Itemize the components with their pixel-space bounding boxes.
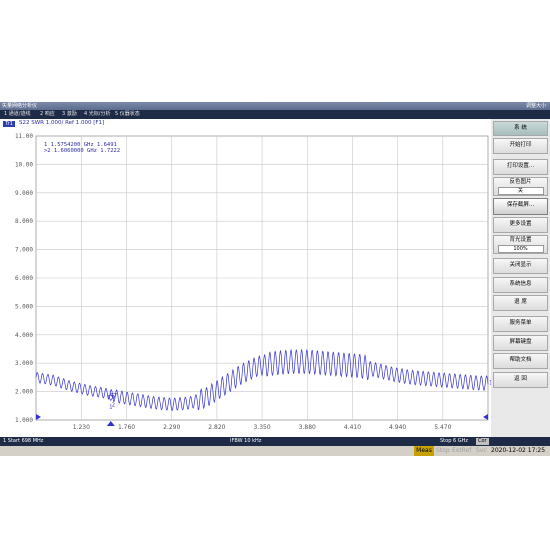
- softkey-7[interactable]: 关闭显示: [493, 258, 548, 274]
- resize-control[interactable]: 调整大小: [526, 102, 546, 110]
- menu-bar: 1 通道/迹线 2 响应 3 激励 4 光标/分析 5 仪器状态: [0, 110, 550, 119]
- meas-indicator: Meas: [414, 446, 434, 456]
- softkey-9[interactable]: 退 席: [493, 295, 548, 311]
- extref-indicator: ExtRef: [452, 447, 472, 454]
- softkey-label: 系统信息: [509, 281, 532, 287]
- y-tick-label: 3.000: [15, 360, 33, 367]
- softkey-13[interactable]: 返 回: [493, 372, 548, 388]
- softkey-label: 反色图片: [509, 179, 532, 185]
- x-tick-label: 2.820: [208, 424, 225, 431]
- x-tick-label: 4.410: [344, 424, 361, 431]
- correction-indicator: Cor: [476, 438, 489, 445]
- plot-area: 11.00 10.00 9.000 8.000 7.000 6.000 5.000 4.000…: [0, 119, 491, 437]
- softkey-5[interactable]: 更多设置: [493, 217, 548, 233]
- softkey-6[interactable]: 背光设置 100%: [493, 235, 548, 254]
- softkey-2[interactable]: 打印设置...: [493, 159, 548, 175]
- x-tick-label: 3.880: [299, 424, 316, 431]
- stop-indicator: Stop: [436, 447, 450, 454]
- datetime: 2020-12-02 17:25: [491, 447, 546, 454]
- softkey-1[interactable]: 开始打印: [493, 138, 548, 154]
- softkey-label: 返 回: [514, 376, 527, 382]
- y-tick-label: 6.000: [15, 275, 33, 282]
- swr-chart: 11.00 10.00 9.000 8.000 7.000 6.000 5.000 4.000…: [15, 133, 491, 431]
- marker-2-label: 2: [112, 402, 115, 408]
- softkey-value: 关: [497, 187, 544, 195]
- ifbw-readout: IFBW 10 kHz: [230, 438, 262, 444]
- title-bar: 矢量网络分析仪 调整大小: [0, 102, 550, 110]
- softkey-panel: 系 统开始打印打印设置... 反色图片关保存截屏... 更多设置背光设置 100% 关闭…: [491, 119, 550, 437]
- analyzer-window: 矢量网络分析仪 调整大小 1 通道/迹线 2 响应 3 激励 4 光标/分析 5…: [0, 102, 550, 456]
- x-tick-label: 3.350: [253, 424, 270, 431]
- softkey-8[interactable]: 系统信息: [493, 277, 548, 293]
- softkey-label: 更多设置: [509, 221, 532, 227]
- softkey-label: 系 统: [514, 125, 527, 131]
- svc-indicator: Svc: [476, 447, 487, 454]
- y-tick-label: 1.000: [15, 417, 33, 424]
- marker-readout: >2 1.6060000 GHz 1.7222: [44, 148, 120, 154]
- menu-response[interactable]: 2 响应: [40, 110, 55, 119]
- softkey-label: 背光设置: [509, 237, 532, 243]
- softkey-4[interactable]: 保存截屏...: [493, 198, 548, 215]
- bottom-status-bar: Meas Stop ExtRef Svc 2020-12-02 17:25: [0, 446, 550, 456]
- stop-frequency: Stop 6 GHz: [440, 438, 468, 444]
- y-tick-label: 5.000: [15, 303, 33, 310]
- y-tick-label: 2.000: [15, 389, 33, 396]
- softkey-label: 帮助文档: [509, 357, 532, 363]
- menu-stimulus[interactable]: 3 激励: [62, 110, 77, 119]
- y-tick-label: 10.00: [15, 161, 33, 168]
- x-tick-label: 4.940: [389, 424, 406, 431]
- softkey-label: 保存截屏...: [506, 202, 535, 208]
- softkey-3[interactable]: 反色图片关: [493, 177, 548, 196]
- softkey-label: 屏幕键盘: [509, 339, 532, 345]
- softkey-10[interactable]: 服务菜单: [493, 316, 548, 332]
- softkey-label: 开始打印: [509, 142, 532, 148]
- trace-info: S22 SWR 1.000/ Ref 1.000 [F1]: [19, 120, 105, 126]
- softkey-value: 100%: [497, 245, 544, 253]
- window-title: 矢量网络分析仪: [2, 103, 38, 109]
- y-tick-label: 4.000: [15, 332, 33, 339]
- y-tick-label: 7.000: [15, 247, 33, 254]
- softkey-11[interactable]: 屏幕键盘: [493, 335, 548, 351]
- softkey-label: 退 席: [514, 299, 527, 305]
- y-tick-label: 9.000: [15, 190, 33, 197]
- trace-badge[interactable]: Tr1: [3, 121, 15, 127]
- menu-channel-trace[interactable]: 1 通道/迹线: [4, 110, 30, 119]
- softkey-label: 打印设置...: [506, 163, 535, 169]
- y-tick-label: 8.000: [15, 218, 33, 225]
- status-bar: 1 Start 698 MHz IFBW 10 kHz Stop 6 GHz C…: [0, 437, 550, 446]
- softkey-label: 关闭显示: [509, 262, 532, 268]
- x-tick-label: 5.470: [434, 424, 451, 431]
- active-marker-indicator-icon: [106, 421, 115, 426]
- softkey-12[interactable]: 帮助文档: [493, 353, 548, 369]
- softkey-0: 系 统: [493, 121, 548, 136]
- x-tick-label: 1.230: [73, 424, 90, 431]
- menu-instrument-state[interactable]: 5 仪器状态: [115, 110, 140, 119]
- menu-marker-analysis[interactable]: 4 光标/分析: [84, 110, 110, 119]
- x-tick-label: 1.760: [118, 424, 135, 431]
- softkey-label: 服务菜单: [509, 320, 532, 326]
- x-tick-label: 2.290: [163, 424, 180, 431]
- y-tick-label: 11.00: [15, 133, 33, 140]
- start-frequency: 1 Start 698 MHz: [3, 438, 44, 444]
